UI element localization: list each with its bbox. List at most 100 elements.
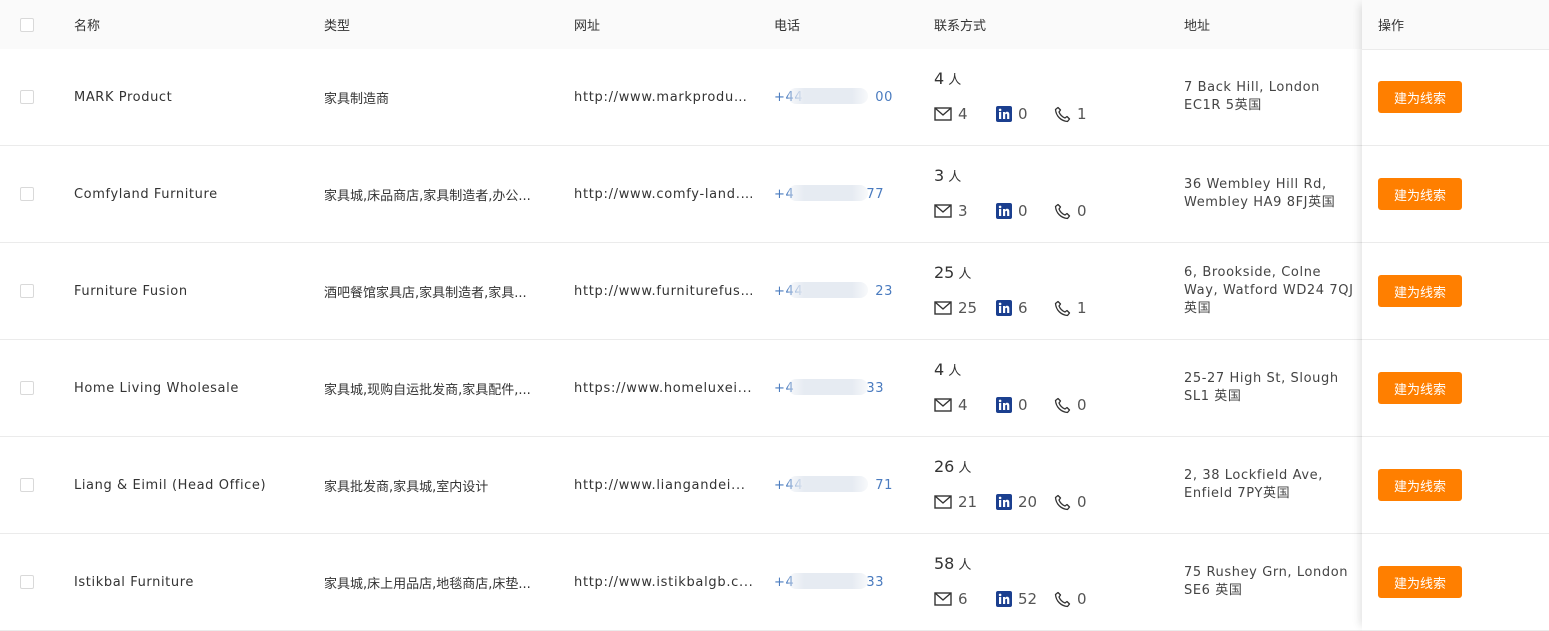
row-checkbox-cell[interactable] — [20, 340, 34, 436]
company-url[interactable]: http://www.liangandei... — [574, 478, 746, 493]
phone-number[interactable]: +4423 — [774, 281, 893, 299]
row-checkbox[interactable] — [20, 381, 34, 395]
linkedin-stat[interactable]: 20 — [996, 493, 1037, 511]
contact-cell: 26 人 21 20 0 — [934, 455, 1134, 515]
phone-icon — [1054, 397, 1071, 413]
contact-cell: 4人 4 0 1 — [934, 67, 1134, 127]
linkedin-count: 52 — [1018, 590, 1038, 608]
email-stat[interactable]: 4 — [934, 105, 968, 123]
company-address: 36 Wembley Hill Rd, Wembley HA9 8FJ英国 — [1184, 177, 1336, 210]
create-lead-button[interactable]: 建为线索 — [1378, 275, 1462, 307]
people-count[interactable]: 58 人 — [934, 554, 971, 573]
people-count[interactable]: 25 人 — [934, 263, 971, 282]
phone-stat[interactable]: 1 — [1054, 299, 1087, 317]
contact-cell: 3人 3 0 0 — [934, 164, 1134, 224]
phone-count: 0 — [1077, 590, 1087, 608]
people-count[interactable]: 3人 — [934, 166, 961, 185]
row-checkbox-cell[interactable] — [20, 437, 34, 533]
select-all-checkbox[interactable] — [20, 17, 34, 32]
phone-stat[interactable]: 0 — [1054, 590, 1087, 608]
people-count[interactable]: 26 人 — [934, 457, 971, 476]
companies-table: 名称 类型 网址 电话 联系方式 地址 MARK Product 家具制造商 h… — [0, 0, 1549, 631]
company-url[interactable]: http://www.markproduc... — [574, 90, 754, 105]
company-name[interactable]: Home Living Wholesale — [74, 381, 239, 396]
phone-cell: +4 77 — [774, 146, 894, 242]
name-cell: Comfyland Furniture — [74, 146, 304, 242]
phone-number[interactable]: +4400 — [774, 87, 893, 105]
header-type: 类型 — [324, 19, 351, 34]
address-cell: 25-27 High St, Slough SL1 英国 — [1184, 340, 1359, 436]
linkedin-count: 0 — [1018, 105, 1028, 123]
type-cell: 家具城,现购自运批发商,家具配件,... — [324, 340, 546, 436]
create-lead-button[interactable]: 建为线索 — [1378, 178, 1462, 210]
row-checkbox[interactable] — [20, 575, 34, 589]
contact-cell: 25 人 25 6 1 — [934, 261, 1134, 321]
company-url[interactable]: https://www.homeluxei... — [574, 381, 752, 396]
linkedin-stat[interactable]: 0 — [996, 105, 1028, 123]
linkedin-stat[interactable]: 52 — [996, 590, 1037, 608]
contact-stats: 25 6 1 — [934, 299, 1134, 319]
linkedin-stat[interactable]: 0 — [996, 202, 1028, 220]
phone-number[interactable]: +4471 — [774, 475, 893, 493]
phone-count: 1 — [1077, 105, 1087, 123]
company-name[interactable]: Istikbal Furniture — [74, 575, 194, 590]
phone-icon — [1054, 203, 1071, 219]
company-name[interactable]: MARK Product — [74, 90, 172, 105]
url-cell: https://www.homeluxei... — [574, 340, 754, 436]
phone-stat[interactable]: 0 — [1054, 396, 1087, 414]
linkedin-icon — [996, 591, 1012, 607]
phone-icon — [1054, 591, 1071, 607]
company-address: 7 Back Hill, London EC1R 5英国 — [1184, 80, 1321, 113]
row-checkbox-cell[interactable] — [20, 243, 34, 339]
row-checkbox-cell[interactable] — [20, 49, 34, 145]
people-count[interactable]: 4人 — [934, 360, 961, 379]
type-cell: 酒吧餐馆家具店,家具制造者,家具... — [324, 243, 546, 339]
phone-number[interactable]: +4 33 — [774, 378, 884, 396]
header-address: 地址 — [1184, 19, 1211, 34]
select-all-cell[interactable] — [20, 0, 34, 49]
row-checkbox[interactable] — [20, 284, 34, 298]
action-row: 建为线索 — [1362, 340, 1549, 437]
phone-redaction — [788, 572, 868, 589]
people-unit: 人 — [958, 267, 972, 282]
create-lead-button[interactable]: 建为线索 — [1378, 566, 1462, 598]
contact-stats: 3 0 0 — [934, 202, 1134, 222]
row-checkbox[interactable] — [20, 478, 34, 492]
email-stat[interactable]: 3 — [934, 202, 968, 220]
name-cell: Istikbal Furniture — [74, 534, 304, 630]
company-url[interactable]: http://www.comfy-land.... — [574, 187, 754, 202]
email-stat[interactable]: 6 — [934, 590, 968, 608]
phone-redaction — [788, 87, 868, 104]
row-checkbox[interactable] — [20, 187, 34, 201]
phone-number[interactable]: +4 77 — [774, 184, 884, 202]
linkedin-stat[interactable]: 0 — [996, 396, 1028, 414]
company-url[interactable]: http://www.furniturefus... — [574, 284, 754, 299]
email-icon — [934, 107, 952, 121]
company-name[interactable]: Comfyland Furniture — [74, 187, 218, 202]
create-lead-button[interactable]: 建为线索 — [1378, 81, 1462, 113]
contact-stats: 4 0 0 — [934, 396, 1134, 416]
create-lead-button[interactable]: 建为线索 — [1378, 469, 1462, 501]
name-cell: Home Living Wholesale — [74, 340, 304, 436]
row-checkbox-cell[interactable] — [20, 146, 34, 242]
company-name[interactable]: Liang & Eimil (Head Office) — [74, 478, 266, 493]
email-stat[interactable]: 21 — [934, 493, 977, 511]
company-type: 家具城,现购自运批发商,家具配件,... — [324, 382, 531, 398]
row-checkbox-cell[interactable] — [20, 534, 34, 630]
company-url[interactable]: http://www.istikbalgb.c... — [574, 575, 754, 590]
email-icon — [934, 398, 952, 412]
phone-number[interactable]: +4 33 — [774, 572, 884, 590]
phone-stat[interactable]: 1 — [1054, 105, 1087, 123]
company-name[interactable]: Furniture Fusion — [74, 284, 188, 299]
row-checkbox[interactable] — [20, 90, 34, 104]
url-cell: http://www.istikbalgb.c... — [574, 534, 754, 630]
phone-stat[interactable]: 0 — [1054, 493, 1087, 511]
phone-stat[interactable]: 0 — [1054, 202, 1087, 220]
email-stat[interactable]: 25 — [934, 299, 977, 317]
people-count[interactable]: 4人 — [934, 69, 961, 88]
create-lead-button[interactable]: 建为线索 — [1378, 372, 1462, 404]
email-stat[interactable]: 4 — [934, 396, 968, 414]
header-url: 网址 — [574, 19, 601, 34]
linkedin-stat[interactable]: 6 — [996, 299, 1028, 317]
phone-count: 0 — [1077, 202, 1087, 220]
